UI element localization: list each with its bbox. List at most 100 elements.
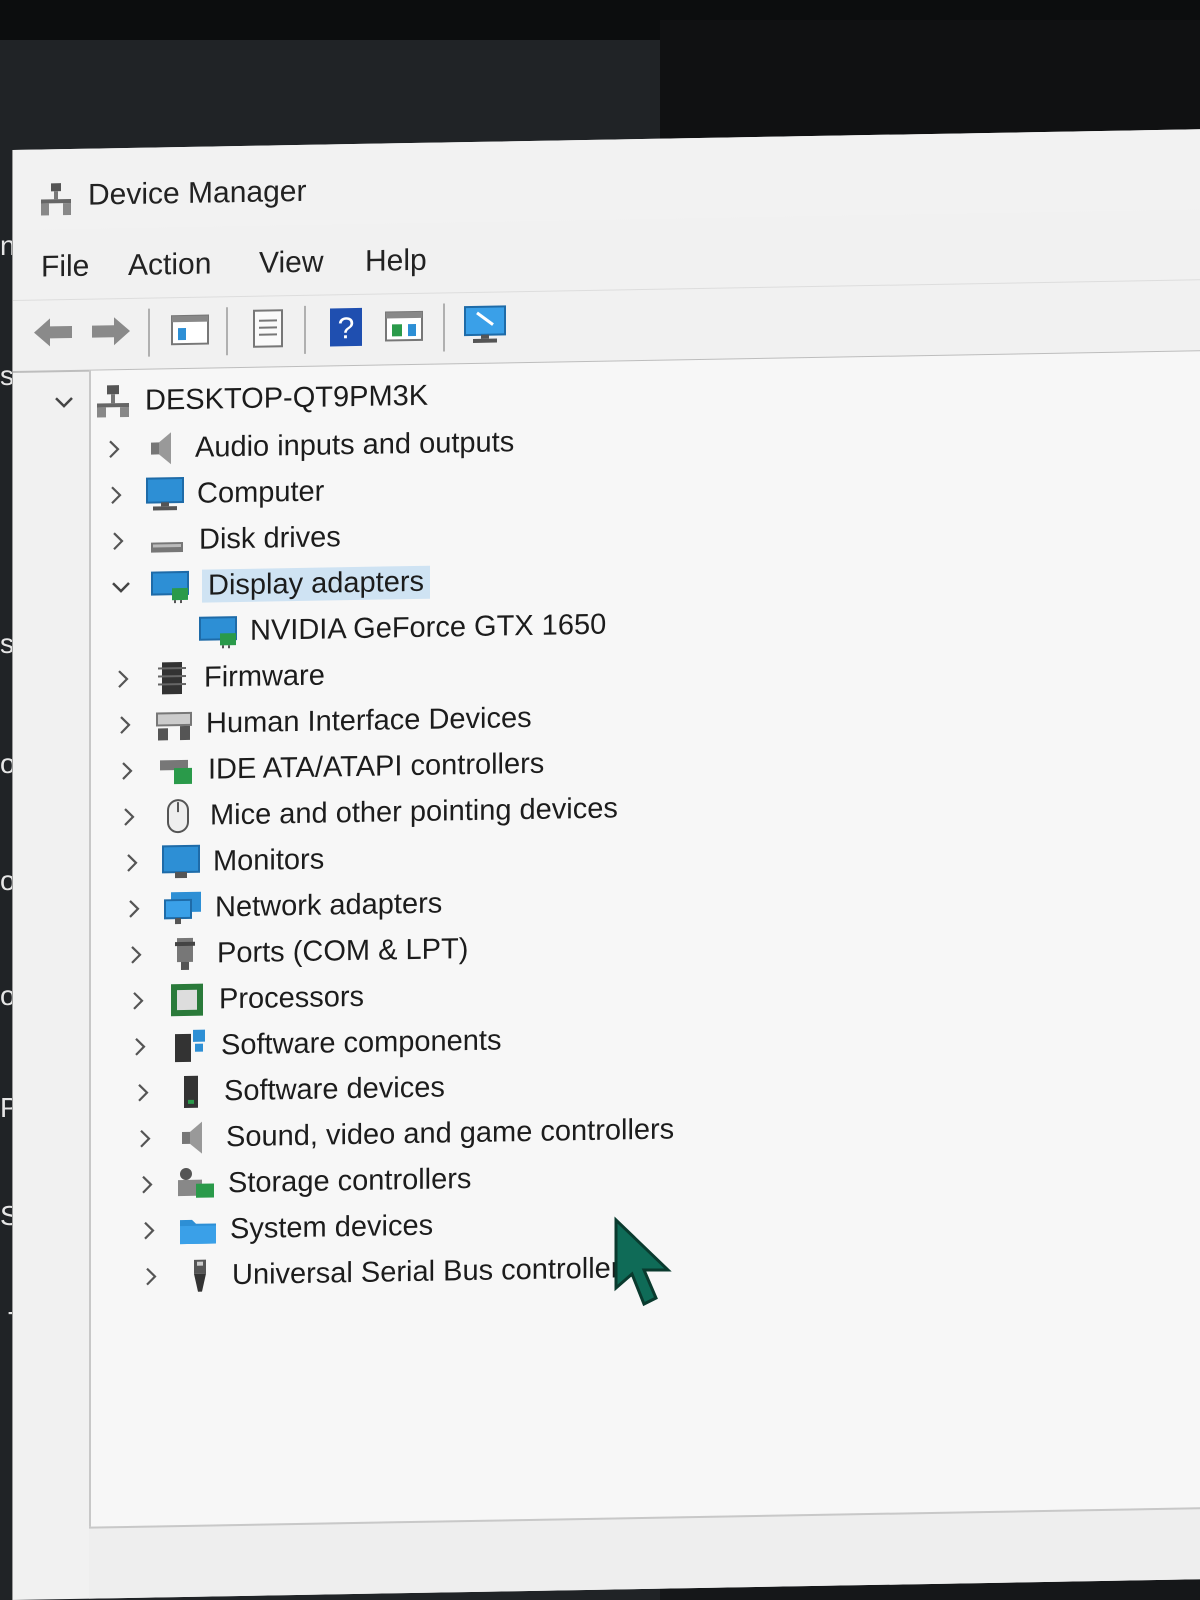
expand-toggle[interactable]	[125, 988, 151, 1014]
device-manager-window: Device Manager File Action View Help ? D…	[12, 129, 1200, 1600]
tree-item[interactable]: Mice and other pointing devices	[116, 787, 618, 838]
tree-item-icon	[150, 568, 190, 605]
chevron-right-icon[interactable]	[125, 944, 147, 966]
tree-item-icon	[178, 1211, 218, 1248]
chevron-right-icon[interactable]	[121, 852, 143, 874]
help-icon: ?	[330, 307, 362, 347]
tree-item-icon	[161, 844, 201, 881]
tree-item[interactable]: Software devices	[130, 1066, 445, 1113]
tree-item-icon	[154, 706, 194, 743]
chevron-right-icon[interactable]	[105, 484, 127, 506]
expand-toggle[interactable]	[119, 850, 145, 876]
tree-item[interactable]: Human Interface Devices	[112, 697, 532, 746]
expand-toggle[interactable]	[136, 1217, 162, 1243]
tree-item[interactable]: Audio inputs and outputs	[101, 421, 514, 470]
tree-item-icon	[93, 383, 133, 420]
tree-item-label: Storage controllers	[228, 1162, 472, 1199]
tree-item-icon	[158, 798, 198, 835]
tree-item[interactable]: Software components	[127, 1019, 501, 1068]
chevron-down-icon[interactable]	[110, 576, 132, 598]
tree-item-icon	[145, 476, 185, 513]
expand-toggle[interactable]	[112, 712, 138, 738]
chevron-right-icon[interactable]	[114, 714, 136, 736]
tree-item-icon	[163, 890, 203, 927]
menu-help[interactable]: Help	[365, 244, 427, 279]
expand-toggle[interactable]	[121, 896, 147, 922]
tree-item-icon	[169, 1028, 209, 1065]
expand-toggle[interactable]	[138, 1263, 164, 1289]
chevron-right-icon[interactable]	[103, 438, 125, 460]
tree-item-label: Display adapters	[202, 565, 430, 603]
device-tree[interactable]: DESKTOP-QT9PM3K Audio inputs and outputs C…	[55, 351, 1200, 1529]
tree-item-icon	[180, 1257, 220, 1294]
tree-item[interactable]: Network adapters	[121, 882, 442, 930]
menu-view[interactable]: View	[259, 246, 323, 281]
software-device-icon	[184, 1075, 198, 1108]
expand-toggle[interactable]	[105, 528, 131, 554]
port-icon	[175, 937, 195, 971]
disk-drive-icon	[151, 542, 183, 553]
chevron-right-icon[interactable]	[107, 530, 129, 552]
chevron-right-icon[interactable]	[129, 1036, 151, 1058]
tree-item[interactable]: System devices	[136, 1205, 433, 1252]
tree-item[interactable]: Display adapters	[108, 561, 430, 609]
expand-toggle[interactable]	[116, 804, 142, 830]
tree-item-child[interactable]: NVIDIA GeForce GTX 1650	[156, 604, 606, 654]
display-adapter-icon	[151, 570, 189, 604]
expand-toggle[interactable]	[101, 436, 127, 462]
expand-toggle[interactable]	[130, 1079, 156, 1105]
toolbar-separator	[304, 305, 306, 354]
expand-toggle[interactable]	[132, 1125, 158, 1151]
tree-item[interactable]: Computer	[103, 471, 324, 517]
tree-item-label: Universal Serial Bus controllers	[232, 1251, 635, 1291]
back-button[interactable]	[31, 310, 75, 355]
tree-item[interactable]: Ports (COM & LPT)	[123, 928, 468, 976]
chevron-right-icon[interactable]	[127, 990, 149, 1012]
scan-hardware-button[interactable]	[463, 302, 507, 347]
chevron-right-icon[interactable]	[123, 898, 145, 920]
chevron-right-icon[interactable]	[112, 668, 134, 690]
toolbar-separator	[443, 303, 445, 352]
action-pane-button[interactable]	[382, 304, 426, 349]
monitor-icon	[162, 844, 200, 879]
properties-button[interactable]	[246, 306, 290, 351]
tree-item[interactable]: Monitors	[119, 839, 324, 885]
expand-toggle[interactable]	[123, 942, 149, 968]
expand-toggle[interactable]	[110, 666, 136, 692]
expand-toggle[interactable]	[127, 1034, 153, 1060]
chevron-right-icon[interactable]	[138, 1219, 160, 1241]
menu-file[interactable]: File	[41, 250, 89, 285]
expand-toggle[interactable]	[134, 1171, 160, 1197]
chevron-right-icon[interactable]	[118, 806, 140, 828]
tree-item[interactable]: Disk drives	[105, 516, 341, 562]
tree-item-label: System devices	[230, 1209, 434, 1245]
tree-item[interactable]: Storage controllers	[134, 1158, 471, 1206]
chevron-right-icon[interactable]	[140, 1265, 162, 1287]
speaker-icon	[182, 1121, 202, 1154]
expand-toggle[interactable]	[114, 758, 140, 784]
firmware-chip-icon	[158, 662, 186, 695]
chevron-right-icon[interactable]	[116, 760, 138, 782]
chevron-right-icon[interactable]	[136, 1173, 158, 1195]
tree-item[interactable]: Sound, video and game controllers	[132, 1108, 674, 1159]
tree-root-computer[interactable]: DESKTOP-QT9PM3K	[51, 375, 428, 424]
tree-item[interactable]: Processors	[125, 976, 364, 1022]
menu-action[interactable]: Action	[128, 248, 211, 283]
display-adapter-icon	[199, 616, 237, 649]
chevron-right-icon[interactable]	[134, 1127, 156, 1149]
tree-item[interactable]: Universal Serial Bus controllers	[138, 1247, 635, 1298]
tree-item-label: Software devices	[224, 1070, 445, 1107]
device-manager-icon	[41, 183, 71, 216]
show-hide-console-tree-button[interactable]	[168, 308, 212, 353]
tree-item-label: Audio inputs and outputs	[195, 425, 515, 464]
expand-toggle[interactable]	[51, 389, 77, 415]
tree-item[interactable]: IDE ATA/ATAPI controllers	[114, 743, 544, 793]
chevron-down-icon[interactable]	[53, 391, 75, 413]
tree-item-icon	[156, 752, 196, 789]
forward-button[interactable]	[89, 309, 133, 354]
chevron-right-icon[interactable]	[132, 1082, 154, 1104]
expand-toggle[interactable]	[103, 482, 129, 508]
help-button[interactable]: ?	[324, 305, 368, 350]
tree-item[interactable]: Firmware	[110, 655, 325, 701]
expand-toggle[interactable]	[108, 574, 134, 600]
